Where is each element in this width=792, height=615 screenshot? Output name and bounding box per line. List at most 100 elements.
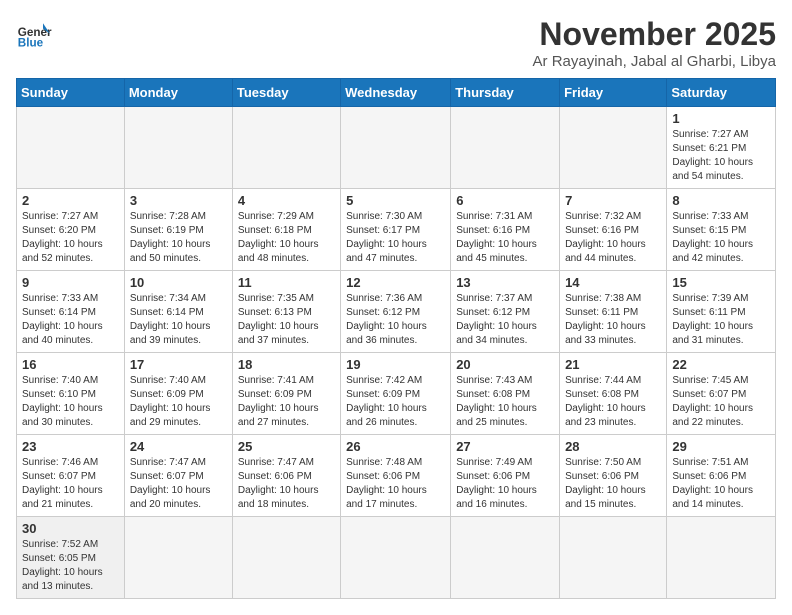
calendar-week-row: 30Sunrise: 7:52 AM Sunset: 6:05 PM Dayli… xyxy=(17,517,776,599)
day-number: 22 xyxy=(672,357,770,372)
location-title: Ar Rayayinah, Jabal al Gharbi, Libya xyxy=(533,53,776,70)
day-number: 12 xyxy=(346,275,445,290)
calendar-day: 9 Sunrise: 7:33 AM Sunset: 6:14 PM Daylig… xyxy=(17,271,125,353)
calendar-day: 1 Sunrise: 7:27 AM Sunset: 6:21 PM Daylig… xyxy=(667,107,776,189)
calendar-day xyxy=(17,107,125,189)
day-info: Sunrise: 7:46 AM Sunset: 6:07 PM Dayligh… xyxy=(22,456,119,512)
title-block: November 2025 Ar Rayayinah, Jabal al Gha… xyxy=(533,16,776,70)
calendar-week-row: 2Sunrise: 7:27 AM Sunset: 6:20 PM Daylig… xyxy=(17,189,776,271)
day-number: 6 xyxy=(456,193,554,208)
day-number: 14 xyxy=(565,275,661,290)
calendar-day: 16 Sunrise: 7:40 AM Sunset: 6:10 PM Dayli… xyxy=(17,353,125,435)
day-info: Sunrise: 7:33 AM Sunset: 6:14 PM Dayligh… xyxy=(22,292,119,348)
month-title: November 2025 xyxy=(533,16,776,53)
calendar-day: 13 Sunrise: 7:37 AM Sunset: 6:12 PM Dayli… xyxy=(451,271,560,353)
day-info: Sunrise: 7:28 AM Sunset: 6:19 PM Dayligh… xyxy=(130,210,227,266)
day-info: Sunrise: 7:47 AM Sunset: 6:06 PM Dayligh… xyxy=(238,456,335,512)
day-number: 1 xyxy=(672,111,770,126)
calendar-day: 14 Sunrise: 7:38 AM Sunset: 6:11 PM Dayli… xyxy=(560,271,667,353)
calendar-day: 30Sunrise: 7:52 AM Sunset: 6:05 PM Dayli… xyxy=(17,517,125,599)
calendar-day: 25Sunrise: 7:47 AM Sunset: 6:06 PM Dayli… xyxy=(232,435,340,517)
header-tuesday: Tuesday xyxy=(232,79,340,107)
day-info: Sunrise: 7:40 AM Sunset: 6:10 PM Dayligh… xyxy=(22,374,119,430)
day-number: 3 xyxy=(130,193,227,208)
weekday-header-row: Sunday Monday Tuesday Wednesday Thursday… xyxy=(17,79,776,107)
day-info: Sunrise: 7:49 AM Sunset: 6:06 PM Dayligh… xyxy=(456,456,554,512)
calendar-day: 23 Sunrise: 7:46 AM Sunset: 6:07 PM Dayli… xyxy=(17,435,125,517)
day-number: 19 xyxy=(346,357,445,372)
day-info: Sunrise: 7:34 AM Sunset: 6:14 PM Dayligh… xyxy=(130,292,227,348)
calendar-day: 18Sunrise: 7:41 AM Sunset: 6:09 PM Dayli… xyxy=(232,353,340,435)
day-number: 16 xyxy=(22,357,119,372)
day-info: Sunrise: 7:35 AM Sunset: 6:13 PM Dayligh… xyxy=(238,292,335,348)
day-info: Sunrise: 7:39 AM Sunset: 6:11 PM Dayligh… xyxy=(672,292,770,348)
day-number: 23 xyxy=(22,439,119,454)
calendar-day xyxy=(667,517,776,599)
calendar-day: 15 Sunrise: 7:39 AM Sunset: 6:11 PM Dayli… xyxy=(667,271,776,353)
day-number: 21 xyxy=(565,357,661,372)
calendar-day: 11 Sunrise: 7:35 AM Sunset: 6:13 PM Dayli… xyxy=(232,271,340,353)
calendar-day xyxy=(232,107,340,189)
day-number: 4 xyxy=(238,193,335,208)
calendar-day: 17Sunrise: 7:40 AM Sunset: 6:09 PM Dayli… xyxy=(124,353,232,435)
calendar-day: 24Sunrise: 7:47 AM Sunset: 6:07 PM Dayli… xyxy=(124,435,232,517)
calendar-table: Sunday Monday Tuesday Wednesday Thursday… xyxy=(16,78,776,599)
day-number: 11 xyxy=(238,275,335,290)
day-info: Sunrise: 7:42 AM Sunset: 6:09 PM Dayligh… xyxy=(346,374,445,430)
day-number: 29 xyxy=(672,439,770,454)
calendar-day xyxy=(124,107,232,189)
day-number: 20 xyxy=(456,357,554,372)
day-info: Sunrise: 7:31 AM Sunset: 6:16 PM Dayligh… xyxy=(456,210,554,266)
logo: General Blue xyxy=(16,16,52,52)
day-info: Sunrise: 7:37 AM Sunset: 6:12 PM Dayligh… xyxy=(456,292,554,348)
calendar-day xyxy=(451,107,560,189)
day-info: Sunrise: 7:38 AM Sunset: 6:11 PM Dayligh… xyxy=(565,292,661,348)
header-thursday: Thursday xyxy=(451,79,560,107)
calendar-day: 20Sunrise: 7:43 AM Sunset: 6:08 PM Dayli… xyxy=(451,353,560,435)
day-info: Sunrise: 7:41 AM Sunset: 6:09 PM Dayligh… xyxy=(238,374,335,430)
svg-text:Blue: Blue xyxy=(18,37,44,50)
day-info: Sunrise: 7:44 AM Sunset: 6:08 PM Dayligh… xyxy=(565,374,661,430)
calendar-day: 28 Sunrise: 7:50 AM Sunset: 6:06 PM Dayli… xyxy=(560,435,667,517)
calendar-week-row: 23 Sunrise: 7:46 AM Sunset: 6:07 PM Dayli… xyxy=(17,435,776,517)
day-info: Sunrise: 7:29 AM Sunset: 6:18 PM Dayligh… xyxy=(238,210,335,266)
calendar-day: 10 Sunrise: 7:34 AM Sunset: 6:14 PM Dayli… xyxy=(124,271,232,353)
calendar-day: 27 Sunrise: 7:49 AM Sunset: 6:06 PM Dayli… xyxy=(451,435,560,517)
day-info: Sunrise: 7:32 AM Sunset: 6:16 PM Dayligh… xyxy=(565,210,661,266)
day-info: Sunrise: 7:48 AM Sunset: 6:06 PM Dayligh… xyxy=(346,456,445,512)
calendar-day: 6 Sunrise: 7:31 AM Sunset: 6:16 PM Daylig… xyxy=(451,189,560,271)
day-info: Sunrise: 7:51 AM Sunset: 6:06 PM Dayligh… xyxy=(672,456,770,512)
calendar-day: 19 Sunrise: 7:42 AM Sunset: 6:09 PM Dayli… xyxy=(341,353,451,435)
calendar-day xyxy=(560,517,667,599)
day-info: Sunrise: 7:33 AM Sunset: 6:15 PM Dayligh… xyxy=(672,210,770,266)
day-info: Sunrise: 7:27 AM Sunset: 6:21 PM Dayligh… xyxy=(672,128,770,184)
day-info: Sunrise: 7:45 AM Sunset: 6:07 PM Dayligh… xyxy=(672,374,770,430)
day-info: Sunrise: 7:47 AM Sunset: 6:07 PM Dayligh… xyxy=(130,456,227,512)
calendar-day xyxy=(341,107,451,189)
day-number: 9 xyxy=(22,275,119,290)
calendar-week-row: 16 Sunrise: 7:40 AM Sunset: 6:10 PM Dayli… xyxy=(17,353,776,435)
calendar-day xyxy=(451,517,560,599)
day-number: 10 xyxy=(130,275,227,290)
day-number: 13 xyxy=(456,275,554,290)
day-number: 15 xyxy=(672,275,770,290)
day-info: Sunrise: 7:36 AM Sunset: 6:12 PM Dayligh… xyxy=(346,292,445,348)
day-number: 5 xyxy=(346,193,445,208)
day-number: 17 xyxy=(130,357,227,372)
calendar-day: 29 Sunrise: 7:51 AM Sunset: 6:06 PM Dayli… xyxy=(667,435,776,517)
header-monday: Monday xyxy=(124,79,232,107)
header-friday: Friday xyxy=(560,79,667,107)
calendar-day: 8 Sunrise: 7:33 AM Sunset: 6:15 PM Daylig… xyxy=(667,189,776,271)
day-info: Sunrise: 7:50 AM Sunset: 6:06 PM Dayligh… xyxy=(565,456,661,512)
header-saturday: Saturday xyxy=(667,79,776,107)
day-number: 28 xyxy=(565,439,661,454)
day-number: 27 xyxy=(456,439,554,454)
calendar-week-row: 1 Sunrise: 7:27 AM Sunset: 6:21 PM Daylig… xyxy=(17,107,776,189)
page-header: General Blue November 2025 Ar Rayayinah,… xyxy=(16,16,776,70)
logo-icon: General Blue xyxy=(16,16,52,52)
calendar-day: 4 Sunrise: 7:29 AM Sunset: 6:18 PM Daylig… xyxy=(232,189,340,271)
calendar-week-row: 9 Sunrise: 7:33 AM Sunset: 6:14 PM Daylig… xyxy=(17,271,776,353)
day-number: 8 xyxy=(672,193,770,208)
calendar-day: 26Sunrise: 7:48 AM Sunset: 6:06 PM Dayli… xyxy=(341,435,451,517)
day-number: 7 xyxy=(565,193,661,208)
